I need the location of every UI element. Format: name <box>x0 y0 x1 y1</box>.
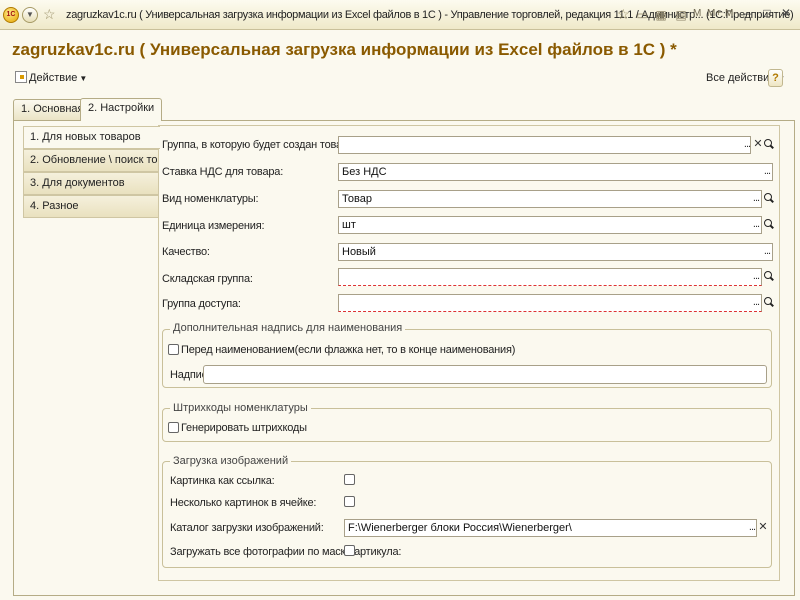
memory-button[interactable]: M <box>693 8 701 19</box>
access-group-label: Группа доступа: <box>162 298 241 310</box>
subtab-new-products[interactable]: 1. Для новых товаров <box>23 126 160 149</box>
group-product-field[interactable] <box>338 136 751 154</box>
action-menu-button[interactable]: Действие ▼ <box>15 71 87 84</box>
search-icon[interactable] <box>762 294 774 312</box>
calculator-icon[interactable]: ▦ <box>654 7 668 23</box>
vat-rate-field[interactable]: Без НДС <box>338 163 773 181</box>
subtab-documents[interactable]: 3. Для документов <box>23 172 158 195</box>
search-icon[interactable] <box>762 216 774 234</box>
back-icon[interactable]: ▼ <box>22 7 38 23</box>
before-name-checkbox[interactable] <box>168 344 179 355</box>
warehouse-group-select-button[interactable]: ... <box>750 269 762 287</box>
nomenclature-type-label: Вид номенклатуры: <box>162 193 259 205</box>
chevron-down-icon: ▼ <box>79 74 88 83</box>
clear-icon[interactable]: ✕ <box>757 520 769 538</box>
quality-label: Качество: <box>162 246 210 258</box>
generate-barcodes-label: Генерировать штрихкоды <box>181 422 307 434</box>
image-as-link-checkbox[interactable] <box>344 474 355 485</box>
maximize-icon[interactable]: □ <box>760 6 774 20</box>
minimize-icon[interactable]: – <box>741 6 755 20</box>
copy-icon[interactable]: ▭ <box>635 7 649 23</box>
caption-group-title: Дополнительная надпись для наименования <box>170 322 406 334</box>
memory-minus-button[interactable]: M- <box>725 8 737 19</box>
unit-label: Единица измерения: <box>162 220 265 232</box>
page-title: zagruzkav1c.ru ( Универсальная загрузка … <box>12 40 677 59</box>
warehouse-group-field[interactable] <box>338 268 762 286</box>
unit-field[interactable]: шт <box>338 216 762 234</box>
star-icon[interactable]: ☆ <box>43 6 56 22</box>
access-group-select-button[interactable]: ... <box>750 295 762 313</box>
warehouse-group-label: Складская группа: <box>162 273 253 285</box>
memory-plus-button[interactable]: M+ <box>707 8 721 19</box>
subtab-update-search[interactable]: 2. Обновление \ поиск товаров <box>23 149 187 172</box>
catalog-label: Каталог загрузки изображений: <box>170 522 324 534</box>
action-icon <box>15 71 27 83</box>
app-logo-icon: 1С <box>3 7 19 23</box>
multiple-images-checkbox[interactable] <box>344 496 355 507</box>
access-group-field[interactable] <box>338 294 762 312</box>
quality-select-button[interactable]: ... <box>761 244 773 262</box>
nomenclature-type-field[interactable]: Товар <box>338 190 762 208</box>
by-mask-label: Загружать все фотографии по маске артику… <box>170 546 402 558</box>
search-icon[interactable] <box>762 268 774 286</box>
vat-rate-select-button[interactable]: ... <box>761 164 773 182</box>
quality-field[interactable]: Новый <box>338 243 773 261</box>
close-icon[interactable]: ✕ <box>779 6 793 20</box>
help-button[interactable]: ? <box>768 69 783 87</box>
search-icon[interactable] <box>762 136 774 154</box>
generate-barcodes-checkbox[interactable] <box>168 422 179 433</box>
calendar-icon[interactable]: ▤ <box>674 7 688 23</box>
action-label: Действие <box>29 72 78 84</box>
nomenclature-type-select-button[interactable]: ... <box>750 191 762 209</box>
search-icon[interactable] <box>762 190 774 208</box>
image-as-link-label: Картинка как ссылка: <box>170 475 275 487</box>
before-name-label: Перед наименованием(если флажка нет, то … <box>181 344 516 356</box>
catalog-field[interactable]: F:\Wienerberger блоки Россия\Wienerberge… <box>344 519 757 537</box>
unit-select-button[interactable]: ... <box>750 217 762 235</box>
images-group-title: Загрузка изображений <box>170 455 292 467</box>
tab-settings[interactable]: 2. Настройки <box>80 98 163 121</box>
favorite-star-icon[interactable]: ☆ <box>617 6 630 22</box>
window-titlebar: 1С ▼ ☆ zagruzkav1c.ru ( Универсальная за… <box>0 0 800 30</box>
barcodes-group-title: Штрихкоды номенклатуры <box>170 402 311 414</box>
multiple-images-label: Несколько картинок в ячейке: <box>170 497 317 509</box>
caption-field[interactable] <box>203 365 767 384</box>
all-actions-label: Все действия <box>706 72 776 84</box>
vat-rate-label: Ставка НДС для товара: <box>162 166 284 178</box>
by-mask-checkbox[interactable] <box>344 545 355 556</box>
subtab-misc[interactable]: 4. Разное <box>23 195 158 218</box>
